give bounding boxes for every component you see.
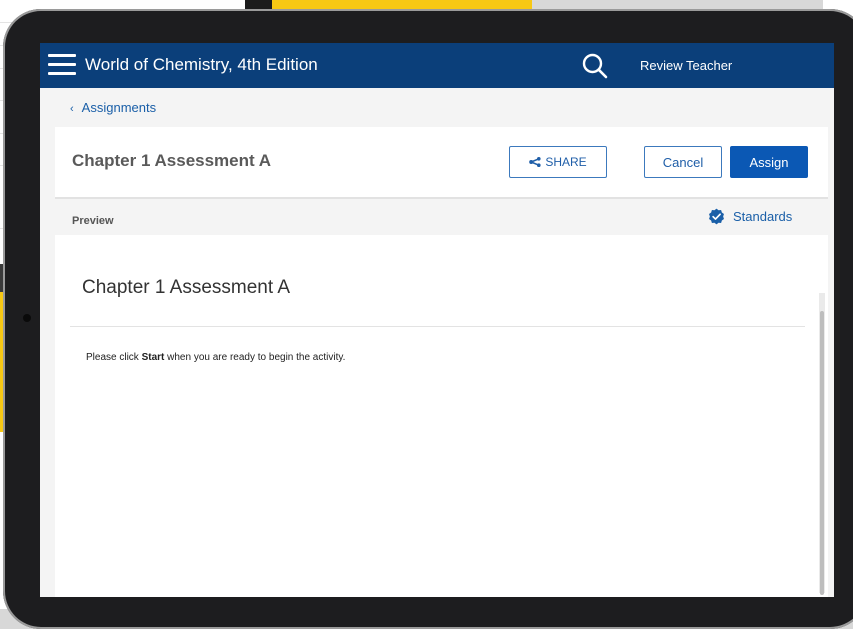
cancel-button[interactable]: Cancel <box>644 146 722 178</box>
standards-link[interactable]: Standards <box>708 208 792 225</box>
share-label: SHARE <box>545 155 587 169</box>
assignment-header-card: Chapter 1 Assessment A SHARE Cancel Assi… <box>55 127 828 199</box>
menu-icon[interactable] <box>48 54 76 76</box>
app-header: World of Chemistry, 4th Edition Review T… <box>40 43 834 88</box>
camera-dot <box>23 314 31 322</box>
instruction-text-end: when you are ready to begin the activity… <box>164 352 346 363</box>
preview-pane: Chapter 1 Assessment A Please click Star… <box>55 235 828 597</box>
breadcrumb-assignments[interactable]: ‹ Assignments <box>70 100 156 115</box>
app-title: World of Chemistry, 4th Edition <box>85 55 318 74</box>
preview-title: Chapter 1 Assessment A <box>82 277 291 298</box>
start-keyword: Start <box>141 352 165 363</box>
scrollbar-thumb[interactable] <box>820 311 824 595</box>
assign-button[interactable]: Assign <box>730 146 808 178</box>
search-icon[interactable] <box>581 52 609 80</box>
preview-label: Preview <box>72 215 114 227</box>
activity-instruction: Please click Start when you are ready to… <box>86 352 345 363</box>
user-name[interactable]: Review Teacher <box>640 58 732 73</box>
tablet-screen: World of Chemistry, 4th Edition Review T… <box>40 43 834 597</box>
share-icon <box>529 157 541 167</box>
preview-scrollbar[interactable] <box>819 293 825 595</box>
standards-label: Standards <box>733 209 793 224</box>
divider <box>70 326 805 327</box>
breadcrumb-label: Assignments <box>81 100 157 115</box>
verified-badge-icon <box>709 208 724 225</box>
instruction-text: Please click <box>86 352 142 363</box>
chevron-left-icon: ‹ <box>70 103 74 115</box>
assignment-title: Chapter 1 Assessment A <box>72 151 272 170</box>
share-button[interactable]: SHARE <box>509 146 607 178</box>
tablet-frame: World of Chemistry, 4th Edition Review T… <box>3 9 853 629</box>
